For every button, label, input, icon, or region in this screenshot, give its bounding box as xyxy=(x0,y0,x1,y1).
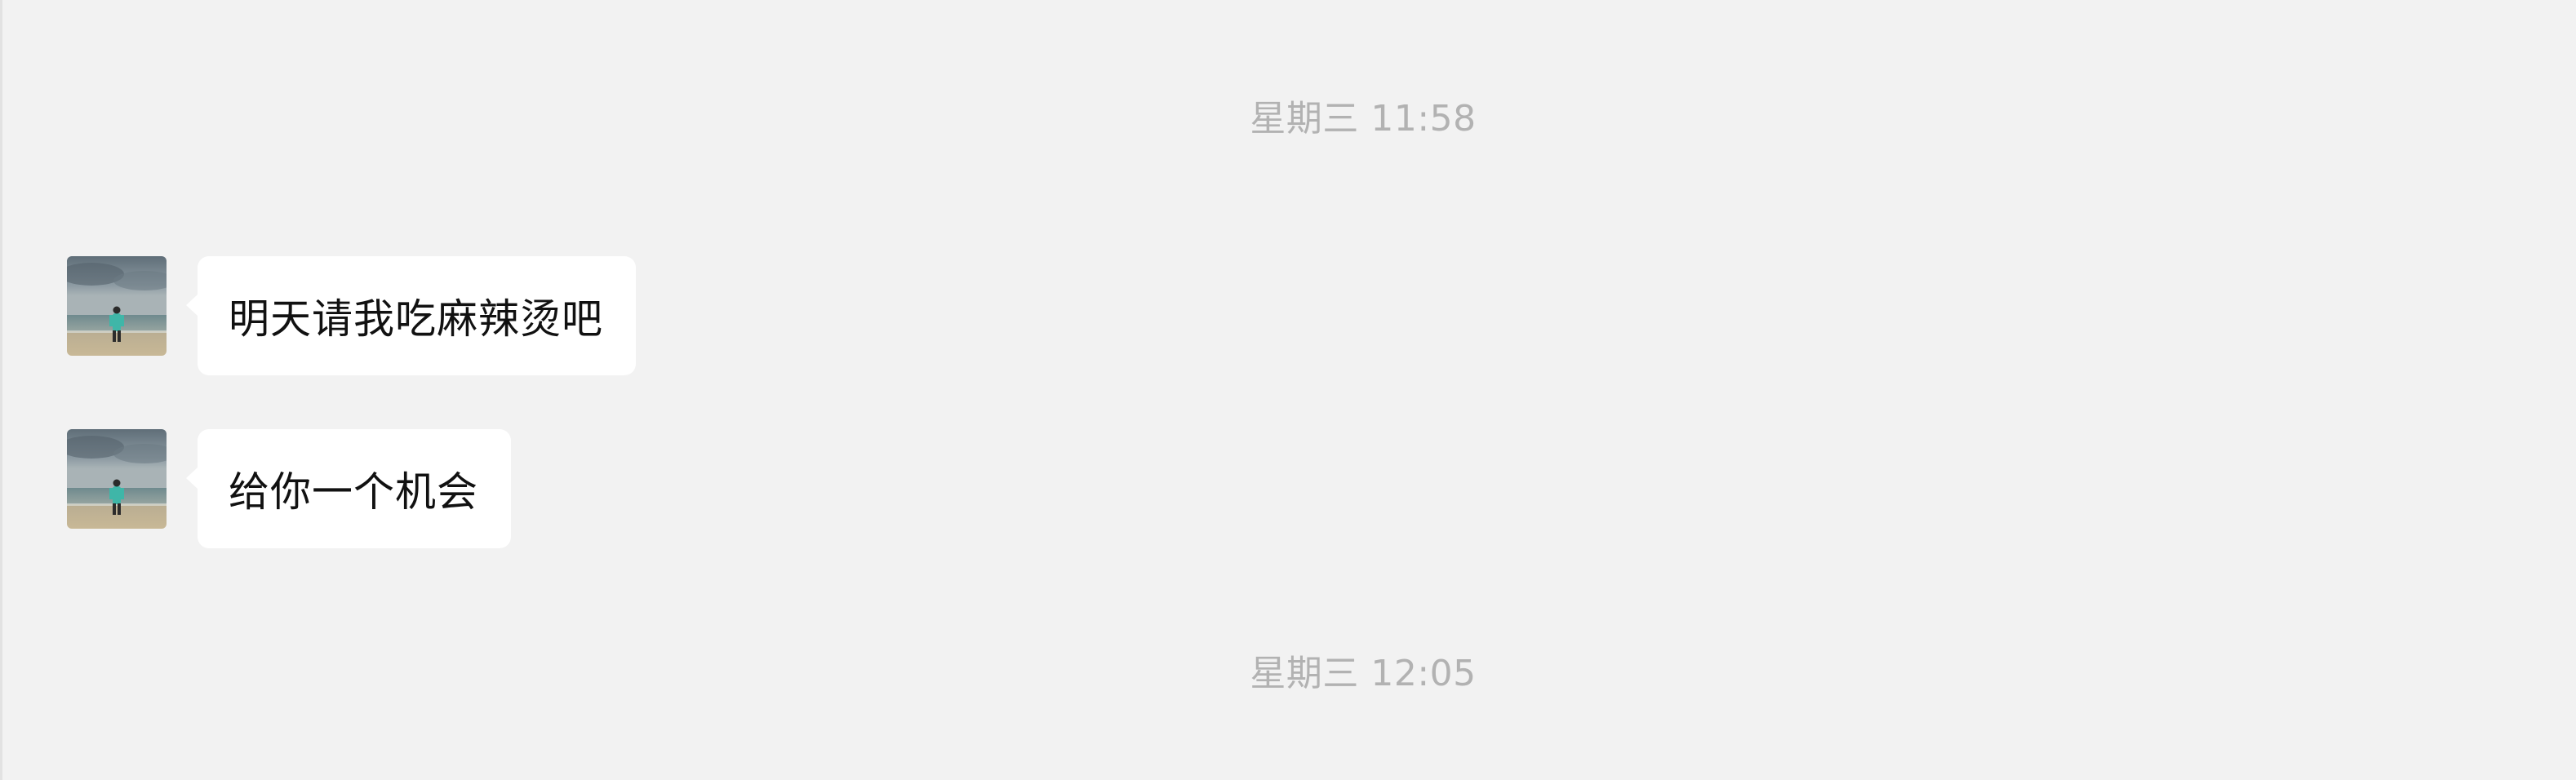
message-text: 明天请我吃麻辣烫吧 xyxy=(229,295,603,343)
message-text: 给你一个机会 xyxy=(229,468,478,516)
message-timestamp: 星期三 12:05 xyxy=(1250,653,1477,694)
avatar[interactable] xyxy=(67,429,167,529)
message-row: 明天请我吃麻辣烫吧 xyxy=(67,256,636,375)
message-bubble[interactable]: 给你一个机会 xyxy=(186,429,511,548)
message-row: 给你一个机会 xyxy=(67,429,511,548)
message-bubble[interactable]: 明天请我吃麻辣烫吧 xyxy=(186,256,636,375)
message-timestamp: 星期三 11:58 xyxy=(1250,98,1477,140)
avatar-beach-photo-icon xyxy=(67,429,167,529)
chat-message-list[interactable]: 星期三 11:58 明天请我吃麻辣烫吧 给你一个机会 星期三 12:05 xyxy=(0,0,2576,780)
avatar-beach-photo-icon xyxy=(67,256,167,356)
avatar[interactable] xyxy=(67,256,167,356)
